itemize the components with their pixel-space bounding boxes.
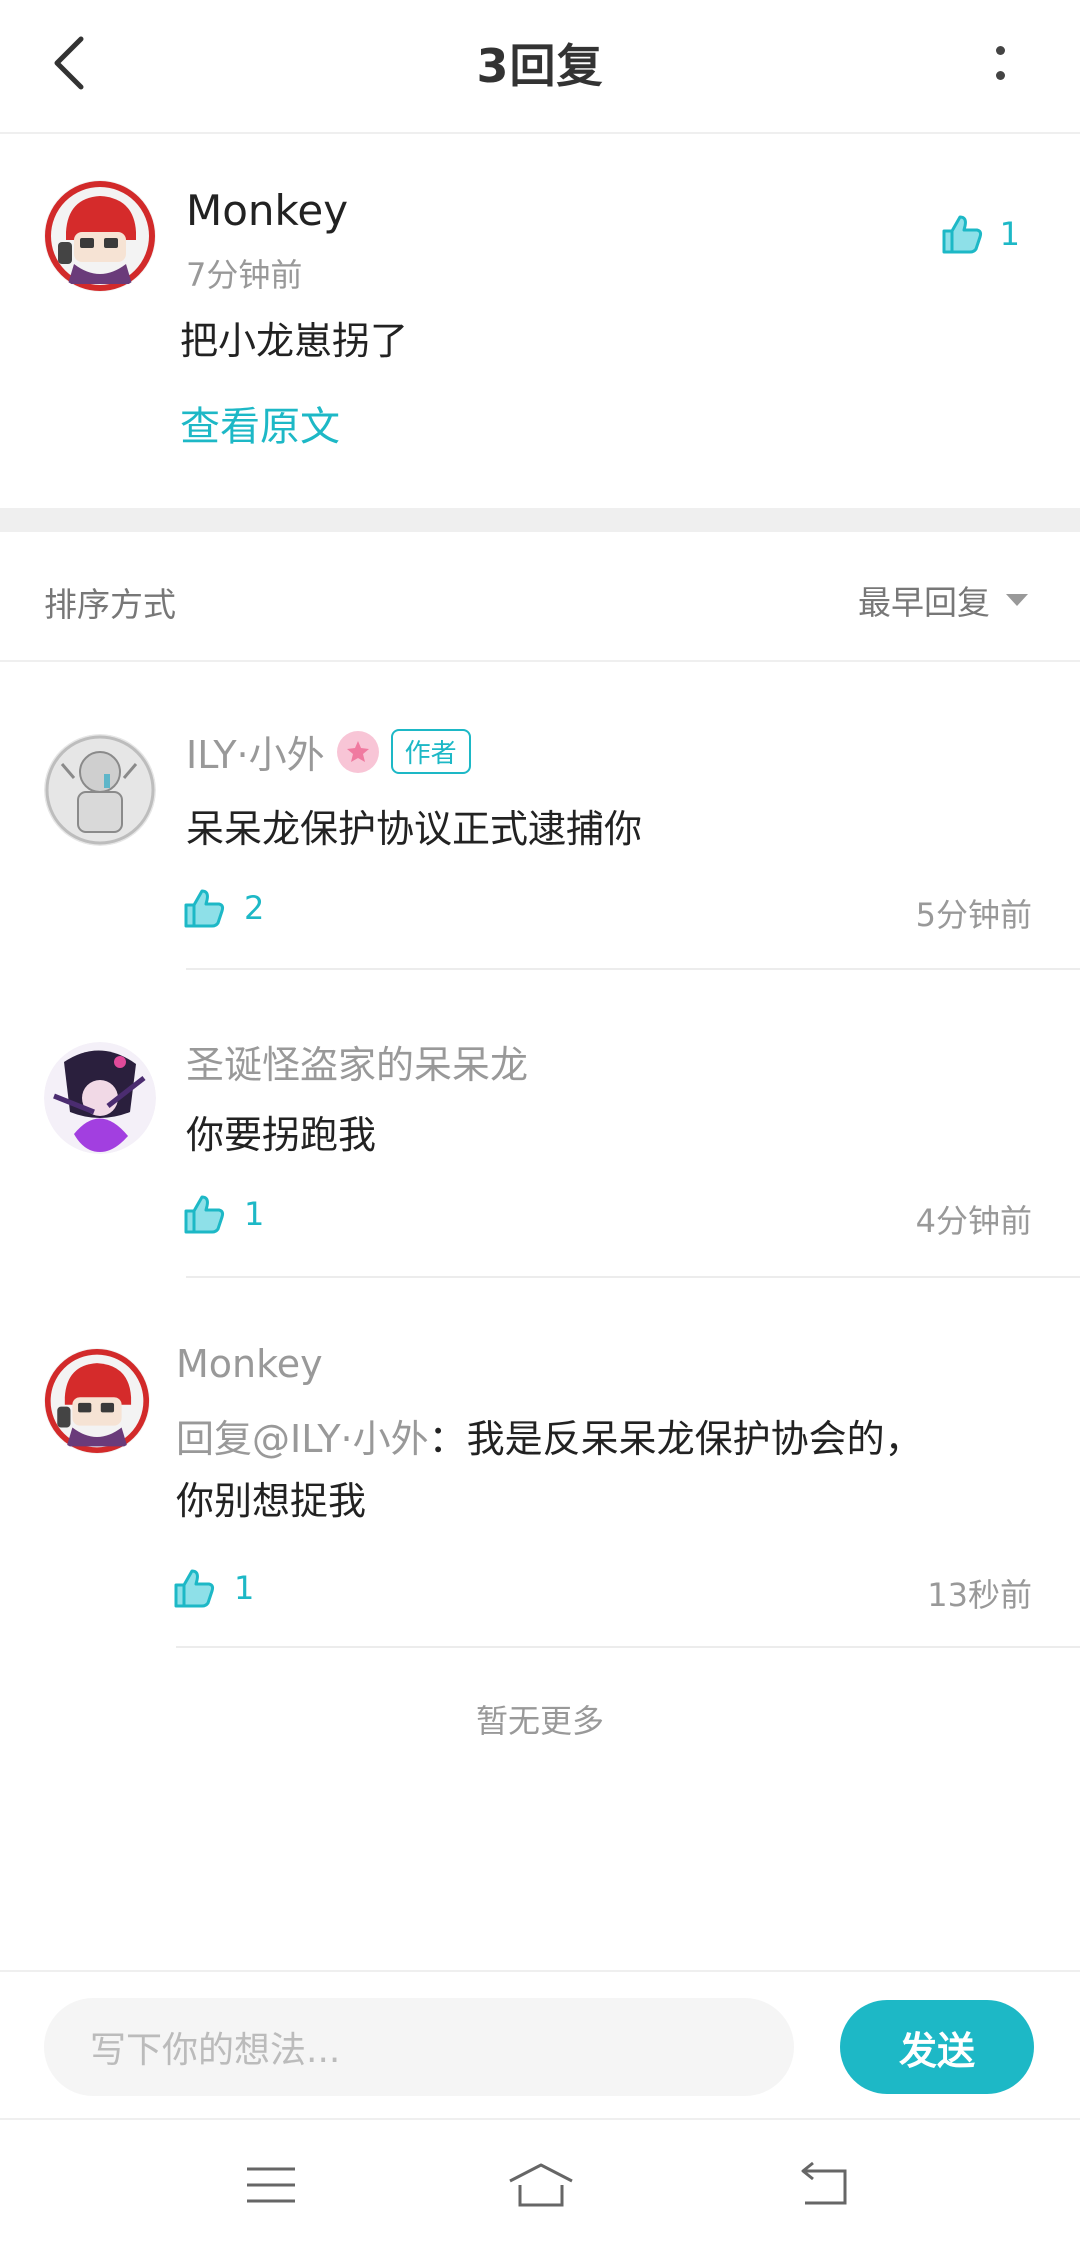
sort-label: 排序方式	[44, 585, 176, 624]
menu-icon	[247, 2167, 295, 2203]
reply-author[interactable]: 圣诞怪盗家的呆呆龙	[186, 1034, 528, 1089]
thumbs-up-icon	[174, 1569, 215, 1608]
system-nav-bar	[0, 2118, 1080, 2246]
author-badge: 作者	[390, 729, 471, 774]
reply-author-name: ILY·小外	[186, 733, 325, 777]
section-divider	[0, 508, 1080, 532]
reply-item: 圣诞怪盗家的呆呆龙 你要拐跑我 1 4分钟前	[0, 970, 1080, 1278]
thumbs-up-icon	[942, 215, 982, 254]
avatar[interactable]	[44, 734, 156, 846]
medal-icon	[336, 730, 379, 773]
sort-dropdown[interactable]: 最早回复	[858, 576, 1030, 624]
like-count: 2	[244, 889, 265, 927]
mention-link[interactable]: 回复@ILY·小外	[176, 1417, 429, 1461]
reply-text: 回复@ILY·小外：我是反呆呆龙保护协会的， 你别想捉我	[176, 1408, 923, 1532]
reply-author-name: Monkey	[176, 1342, 323, 1386]
back-nav-button[interactable]	[788, 2150, 858, 2220]
comment-time: 7分钟前	[186, 256, 303, 294]
avatar[interactable]	[44, 1042, 156, 1154]
reply-text-body: ：我是反呆呆龙保护协会的，	[428, 1417, 923, 1461]
avatar[interactable]	[44, 180, 156, 292]
comment-author[interactable]: Monkey	[186, 186, 348, 235]
like-count: 1	[999, 215, 1020, 253]
comment-input[interactable]: 写下你的想法...	[44, 1998, 794, 2096]
avatar[interactable]	[44, 1348, 150, 1454]
view-original-link[interactable]: 查看原文	[180, 394, 340, 452]
more-vertical-icon	[995, 46, 1005, 55]
divider	[176, 1646, 1080, 1648]
home-button[interactable]	[506, 2150, 576, 2220]
reply-text: 你要拐跑我	[186, 1113, 377, 1157]
reply-author-name: 圣诞怪盗家的呆呆龙	[186, 1043, 529, 1087]
menu-button[interactable]	[236, 2150, 306, 2220]
like-count: 1	[244, 1195, 265, 1233]
reply-time: 13秒前	[927, 1576, 1032, 1614]
like-button[interactable]: 1	[182, 1192, 264, 1236]
reply-item: Monkey 回复@ILY·小外：我是反呆呆龙保护协会的， 你别想捉我 1 13…	[0, 1278, 1080, 1648]
more-options-button[interactable]	[980, 38, 1020, 88]
reply-text-line2: 你别想捉我	[176, 1479, 367, 1523]
original-comment: Monkey 7分钟前 把小龙崽拐了 查看原文 1	[0, 136, 1080, 508]
top-bar: 3回复	[0, 0, 1080, 134]
thumbs-up-icon	[184, 1195, 225, 1234]
sort-row: 排序方式 最早回复	[0, 532, 1080, 662]
caret-down-icon	[1006, 594, 1028, 606]
like-button[interactable]: 1	[940, 212, 1020, 256]
reply-author[interactable]: ILY·小外 作者	[186, 724, 471, 779]
end-of-list-note: 暂无更多	[475, 1702, 604, 1740]
reply-time: 5分钟前	[915, 896, 1032, 934]
like-count: 1	[234, 1569, 255, 1607]
send-button[interactable]: 发送	[840, 2000, 1034, 2094]
reply-item: ILY·小外 作者 呆呆龙保护协议正式逮捕你 2 5分钟前	[0, 664, 1080, 970]
composer-bar: 写下你的想法... 发送	[0, 1970, 1080, 2118]
thumbs-up-icon	[184, 889, 225, 928]
reply-author[interactable]: Monkey	[176, 1342, 323, 1386]
return-icon	[801, 2161, 847, 2205]
home-icon	[509, 2163, 573, 2207]
reply-text: 呆呆龙保护协议正式逮捕你	[186, 807, 643, 851]
comment-text: 把小龙崽拐了	[180, 319, 409, 363]
like-button[interactable]: 2	[182, 886, 264, 930]
reply-time: 4分钟前	[915, 1202, 1032, 1240]
page-title: 3回复	[476, 39, 604, 93]
sort-value: 最早回复	[858, 583, 990, 622]
like-button[interactable]: 1	[172, 1566, 254, 1610]
